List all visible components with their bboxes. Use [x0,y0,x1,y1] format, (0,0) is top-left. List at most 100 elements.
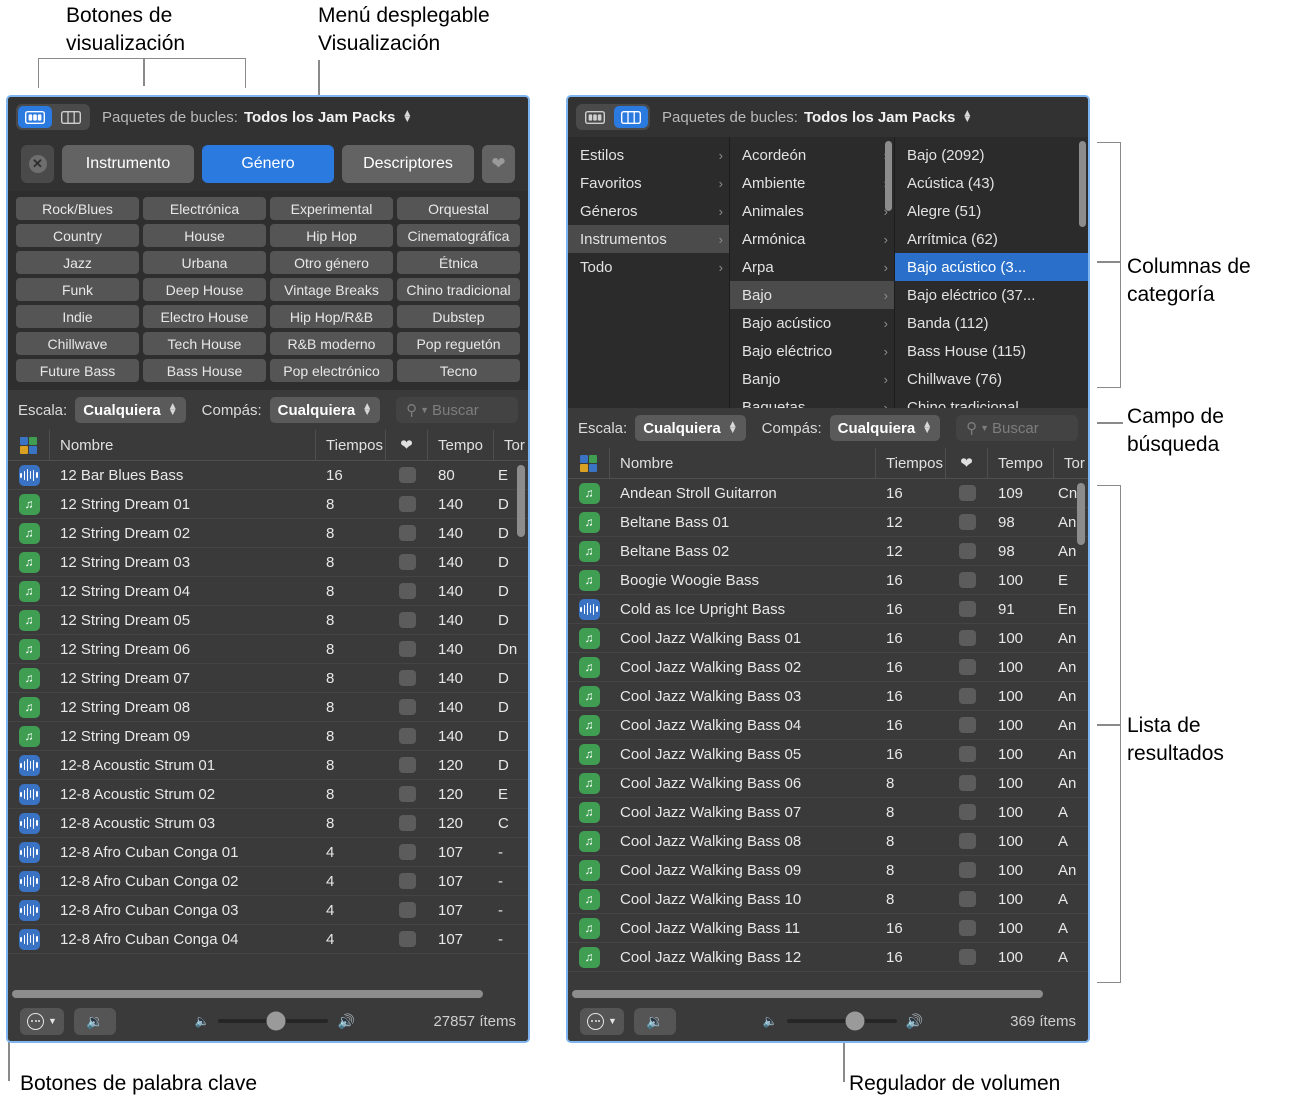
keyword-button[interactable]: Electrónica [143,197,266,220]
favorite-checkbox[interactable] [946,856,988,885]
favorite-checkbox[interactable] [386,693,428,722]
left-horizontal-scrollbar[interactable] [8,987,528,1001]
table-row[interactable]: ♫ Cool Jazz Walking Bass 02 16 100 An [568,653,1088,682]
table-row[interactable]: ♫ Cool Jazz Walking Bass 07 8 100 A [568,798,1088,827]
category-item[interactable]: Acústica (43) [895,169,1088,197]
category-column-1[interactable]: Estilos › Favoritos › Géneros › Instrumentos › T… [568,137,730,408]
col-header-tempo[interactable]: Tempo [428,430,494,461]
keyword-button[interactable]: Otro género [270,251,393,274]
col-header-nombre[interactable]: Nombre [610,448,876,479]
table-row[interactable]: ♫ 12 String Dream 03 8 140 D [8,548,528,577]
favorite-checkbox[interactable] [946,682,988,711]
column-view-icon[interactable] [54,106,88,128]
keyword-button[interactable]: Urbana [143,251,266,274]
category-item[interactable]: Chillwave (76) [895,365,1088,393]
table-row[interactable]: ♫ Beltane Bass 02 12 98 An [568,537,1088,566]
keyword-button[interactable]: Tecno [397,359,520,382]
table-row[interactable]: 12-8 Acoustic Strum 02 8 120 E [8,780,528,809]
category-item[interactable]: Bajo eléctrico › [730,337,894,365]
category-item[interactable]: Acordeón› [730,141,894,169]
col-header-tiempos[interactable]: Tiempos [316,430,386,461]
keyword-button[interactable]: Orquestal [397,197,520,220]
favorite-checkbox[interactable] [946,827,988,856]
mute-button[interactable]: 🔉 [73,1007,116,1035]
tab-instrumento[interactable]: Instrumento [62,145,194,183]
table-row[interactable]: ♫ 12 String Dream 08 8 140 D [8,693,528,722]
table-row[interactable]: ♫ Boogie Woogie Bass 16 100 E [568,566,1088,595]
category-column-2[interactable]: Acordeón›Ambiente›Animales›Armónica›Arpa… [730,137,895,408]
clear-keywords-button[interactable]: ✕ [21,145,54,183]
table-row[interactable]: ♫ 12 String Dream 01 8 140 D [8,490,528,519]
table-row[interactable]: ♫ Cool Jazz Walking Bass 03 16 100 An [568,682,1088,711]
column-2-scrollbar[interactable] [885,141,892,211]
keyword-button[interactable]: R&B moderno [270,332,393,355]
category-item[interactable]: Bajo › [730,281,894,309]
favorite-checkbox[interactable] [946,595,988,624]
table-row[interactable]: ♫ 12 String Dream 09 8 140 D [8,722,528,751]
favorite-checkbox[interactable] [946,769,988,798]
table-row[interactable]: ♫ Andean Stroll Guitarron 16 109 Cn [568,479,1088,508]
col-header-tiempos[interactable]: Tiempos [876,448,946,479]
column-3-scrollbar[interactable] [1079,141,1086,227]
col-header-tempo[interactable]: Tempo [988,448,1054,479]
favorite-checkbox[interactable] [946,479,988,508]
left-view-mode-segmented-control[interactable] [16,104,90,130]
table-row[interactable]: ♫ Cool Jazz Walking Bass 09 8 100 An [568,856,1088,885]
category-item[interactable]: Bajo acústico (3... [895,253,1088,281]
favorite-checkbox[interactable] [946,653,988,682]
favorite-checkbox[interactable] [386,838,428,867]
left-meter-popup[interactable]: Cualquiera ▲ ▼ [269,397,381,423]
left-search-input[interactable]: ⚲ ▼ Buscar [396,397,518,423]
tab-descriptores[interactable]: Descriptores [342,145,474,183]
col-header-tonalidad[interactable]: Tor [494,430,528,461]
category-item[interactable]: Banjo › [730,365,894,393]
favorite-checkbox[interactable] [946,508,988,537]
right-horizontal-scrollbar[interactable] [568,987,1088,1001]
favorite-checkbox[interactable] [386,809,428,838]
loop-kind-icon[interactable] [568,448,610,479]
table-row[interactable]: ♫ 12 String Dream 07 8 140 D [8,664,528,693]
keyword-button[interactable]: Experimental [270,197,393,220]
loop-kind-icon[interactable] [8,430,50,461]
category-item[interactable]: Estilos › [568,141,729,169]
favorite-checkbox[interactable] [946,537,988,566]
keyword-button[interactable]: Hip Hop/R&B [270,305,393,328]
keyword-button[interactable]: Deep House [143,278,266,301]
table-row[interactable]: 12-8 Afro Cuban Conga 03 4 107 - [8,896,528,925]
table-row[interactable]: ♫ Cool Jazz Walking Bass 01 16 100 An [568,624,1088,653]
right-meter-popup[interactable]: Cualquiera ▲ ▼ [829,415,941,441]
category-item[interactable]: Todo › [568,253,729,281]
keyword-button[interactable]: Cinematográfica [397,224,520,247]
table-row[interactable]: Cold as Ice Upright Bass 16 91 En [568,595,1088,624]
favorite-checkbox[interactable] [386,461,428,490]
table-row[interactable]: ♫ Cool Jazz Walking Bass 06 8 100 An [568,769,1088,798]
keyword-button[interactable]: Future Bass [16,359,139,382]
table-row[interactable]: ♫ Cool Jazz Walking Bass 10 8 100 A [568,885,1088,914]
options-menu-button[interactable]: ▼ [20,1007,64,1035]
category-item[interactable]: Armónica › [730,225,894,253]
keyword-button[interactable]: Jazz [16,251,139,274]
right-loop-packs-value[interactable]: Todos los Jam Packs [804,109,955,126]
volume-slider[interactable] [218,1011,329,1031]
category-item[interactable]: Instrumentos › [568,225,729,253]
favorite-checkbox[interactable] [946,943,988,972]
keyword-button[interactable]: Chillwave [16,332,139,355]
favorite-checkbox[interactable] [946,885,988,914]
favorite-checkbox[interactable] [386,606,428,635]
favorite-checkbox[interactable] [946,711,988,740]
table-row[interactable]: 12-8 Afro Cuban Conga 04 4 107 - [8,925,528,954]
category-item[interactable]: Chino tradicional [895,393,1088,409]
favorite-checkbox[interactable] [386,722,428,751]
favorite-checkbox[interactable] [386,896,428,925]
heart-icon[interactable]: ❤ [482,145,515,183]
keyword-button[interactable]: House [143,224,266,247]
favorite-checkbox[interactable] [386,867,428,896]
favorite-checkbox[interactable] [946,566,988,595]
col-header-tonalidad[interactable]: Tor [1054,448,1088,479]
right-scale-popup[interactable]: Cualquiera ▲ ▼ [635,415,746,441]
heart-icon[interactable]: ❤ [386,430,428,461]
favorite-checkbox[interactable] [946,624,988,653]
keyword-button[interactable]: Pop electrónico [270,359,393,382]
category-item[interactable]: Animales › [730,197,894,225]
table-row[interactable]: 12-8 Acoustic Strum 03 8 120 C [8,809,528,838]
